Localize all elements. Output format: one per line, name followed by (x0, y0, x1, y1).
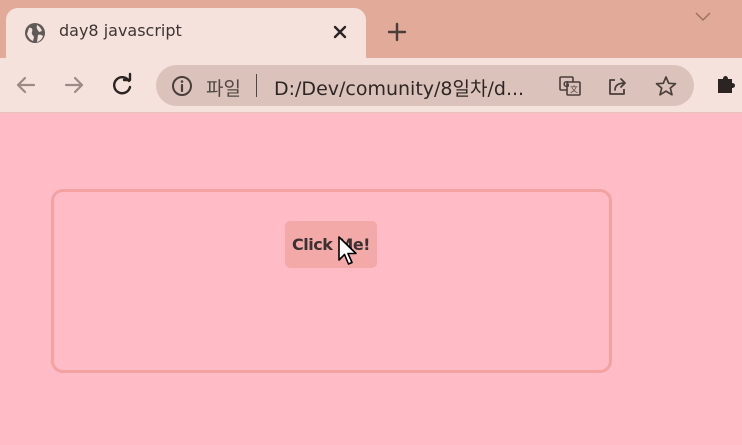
chevron-down-icon[interactable] (694, 9, 712, 23)
back-arrow-icon[interactable] (12, 71, 40, 99)
tab-strip: day8 javascript (0, 0, 742, 58)
content-container (51, 189, 612, 373)
reload-icon[interactable] (108, 71, 136, 99)
click-me-button[interactable]: Click Me! (285, 221, 377, 268)
url-text[interactable]: D:/Dev/comunity/8일차/d... (274, 74, 524, 101)
plus-icon[interactable] (386, 21, 408, 43)
tab-title: day8 javascript (59, 21, 182, 40)
url-scheme-label: 파일 (206, 78, 241, 100)
browser-toolbar: 파일 D:/Dev/comunity/8일차/d... G 文 (0, 58, 742, 113)
tab-active[interactable]: day8 javascript (6, 8, 366, 58)
scheme-divider (256, 74, 257, 97)
forward-arrow-icon[interactable] (60, 71, 88, 99)
translate-icon[interactable]: G 文 (558, 75, 582, 97)
info-icon[interactable] (171, 75, 193, 97)
bookmark-star-icon[interactable] (654, 75, 678, 97)
globe-icon (25, 23, 45, 43)
share-icon[interactable] (606, 75, 630, 97)
puzzle-piece-icon[interactable] (714, 71, 740, 97)
svg-text:G: G (563, 80, 570, 89)
close-icon[interactable] (331, 23, 349, 41)
address-bar[interactable]: 파일 D:/Dev/comunity/8일차/d... G 文 (156, 65, 694, 106)
svg-text:文: 文 (570, 84, 578, 94)
